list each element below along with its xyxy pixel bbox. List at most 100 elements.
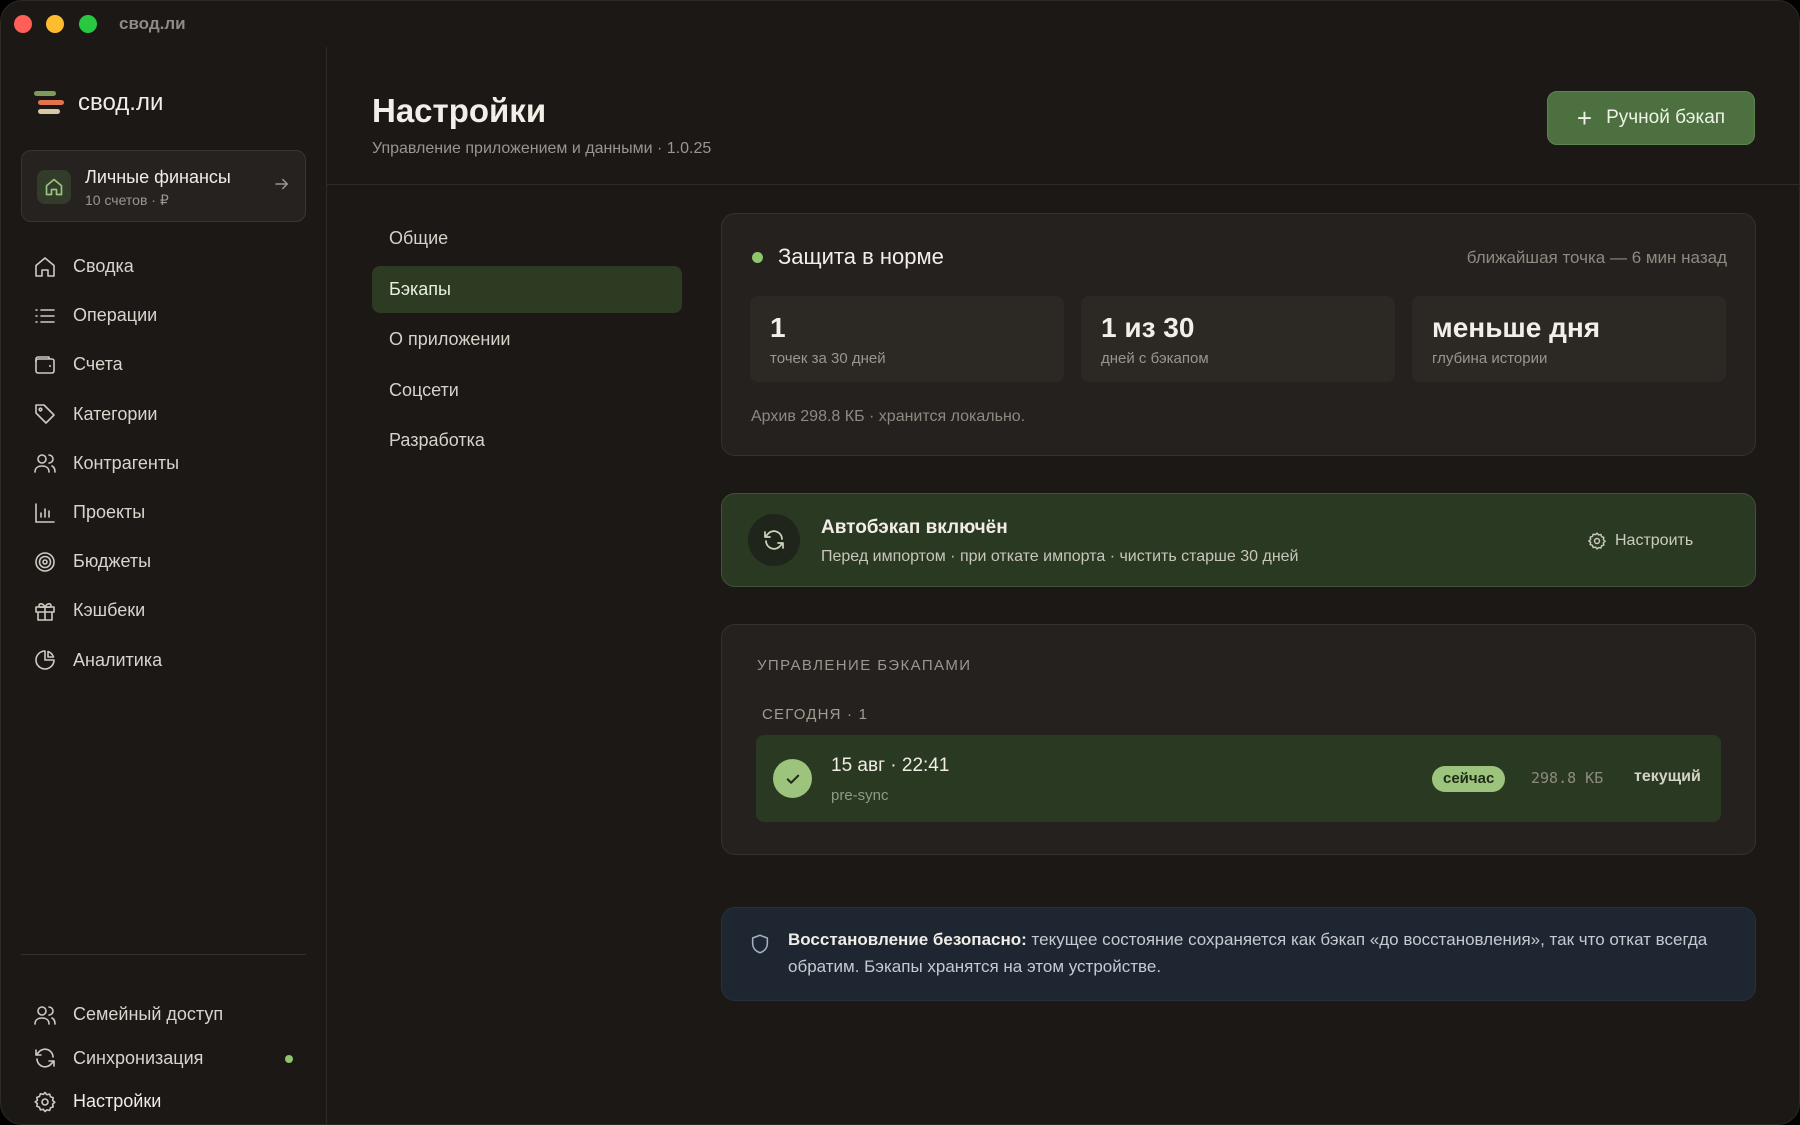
backup-row[interactable]: 15 авг · 22:41 pre-sync сейчас 298.8 КБ …: [756, 735, 1721, 822]
page-header: Настройки Управление приложением и данны…: [327, 47, 1799, 185]
users-icon: [34, 1005, 56, 1025]
manual-backup-button[interactable]: + Ручной бэкап: [1547, 91, 1755, 145]
info-lead: Восстановление безопасно:: [788, 930, 1027, 949]
nav-item-summary[interactable]: Сводка: [33, 242, 179, 291]
status-meta: ближайшая точка — 6 мин назад: [1466, 248, 1727, 267]
restore-info-card: Восстановление безопасно: текущее состоя…: [721, 907, 1756, 1001]
nav-item-accounts[interactable]: Счета: [33, 340, 179, 389]
pie-chart-icon: [35, 650, 55, 670]
nav-item-budgets[interactable]: Бюджеты: [33, 537, 179, 586]
window-title: свод.ли: [119, 14, 186, 33]
sync-status-dot: [285, 1054, 293, 1063]
backup-state: текущий: [1634, 768, 1701, 785]
nav-item-operations[interactable]: Операции: [33, 291, 179, 340]
settings-tab-backups[interactable]: Бэкапы: [372, 265, 682, 313]
autobackup-card: Автобэкап включён Перед импортом · при о…: [721, 493, 1756, 587]
nav-label: Контрагенты: [73, 452, 180, 473]
gear-icon: [34, 1091, 56, 1113]
nav-label: Операции: [73, 305, 158, 326]
wallet-icon: [35, 356, 55, 374]
status-title: Защита в норме: [778, 244, 944, 269]
nav-label: Счета: [73, 354, 123, 375]
workspace-switcher[interactable]: Личные финансы 10 счетов · ₽: [21, 150, 306, 222]
backup-management-card: УПРАВЛЕНИЕ БЭКАПАМИ СЕГОДНЯ · 1 15 авг ·…: [721, 624, 1756, 855]
nav-label: Семейный доступ: [73, 1004, 224, 1025]
stat-points: 1 точек за 30 дней: [750, 296, 1064, 382]
settings-tab-about[interactable]: О приложении: [372, 316, 682, 363]
check-icon: [773, 759, 812, 798]
backup-date: 15 авг · 22:41: [831, 755, 950, 776]
nav-label: Аналитика: [73, 649, 163, 670]
minimize-window-button[interactable]: [46, 15, 64, 33]
nav-label: Синхронизация: [73, 1047, 204, 1068]
sidebar-divider: [21, 954, 306, 955]
nav-item-analytics[interactable]: Аналитика: [33, 636, 179, 685]
backup-group-heading: СЕГОДНЯ · 1: [762, 706, 869, 723]
close-window-button[interactable]: [14, 15, 32, 33]
archive-info: Архив 298.8 КБ · хранится локально.: [751, 408, 1026, 425]
nav-label: Проекты: [73, 502, 146, 523]
list-icon: [35, 308, 55, 323]
nav-item-cashback[interactable]: Кэшбеки: [33, 586, 179, 635]
stat-value: 1 из 30: [1101, 312, 1195, 343]
workspace-title: Личные финансы: [85, 167, 231, 187]
status-badge: сейчас: [1432, 766, 1506, 792]
manual-backup-label: Ручной бэкап: [1606, 107, 1726, 128]
tag-icon: [35, 404, 55, 424]
settings-nav: Общие Бэкапы О приложении Соцсети Разраб…: [372, 215, 682, 468]
home-icon: [35, 256, 55, 277]
stat-depth: меньше дня глубина истории: [1412, 296, 1726, 382]
page-subtitle: Управление приложением и данными · 1.0.2…: [372, 140, 712, 157]
workspace-subtitle: 10 счетов · ₽: [85, 192, 169, 208]
users-icon: [34, 454, 56, 474]
stat-value: меньше дня: [1432, 312, 1601, 343]
configure-label: Настроить: [1615, 532, 1694, 549]
settings-tab-general[interactable]: Общие: [372, 215, 682, 262]
brand-name: свод.ли: [78, 89, 164, 116]
nav-item-categories[interactable]: Категории: [33, 390, 179, 439]
nav-label: Бюджеты: [73, 551, 152, 572]
shield-icon: [749, 932, 771, 961]
refresh-icon: [35, 1048, 55, 1068]
protection-status-card: Защита в норме ближайшая точка — 6 мин н…: [721, 213, 1756, 456]
backup-tag: pre-sync: [831, 787, 889, 804]
bottom-nav: Семейный доступ Синхронизация Настройки: [33, 993, 303, 1124]
configure-autobackup-button[interactable]: Настроить: [1587, 531, 1693, 551]
chart-bar-icon: [35, 502, 55, 523]
restore-info-text: Восстановление безопасно: текущее состоя…: [788, 926, 1708, 980]
nav-label: Кэшбеки: [73, 600, 146, 621]
refresh-icon: [748, 514, 800, 566]
stat-label: точек за 30 дней: [770, 350, 886, 367]
zoom-window-button[interactable]: [79, 15, 97, 33]
nav-item-counterparties[interactable]: Контрагенты: [33, 439, 179, 488]
nav-item-settings[interactable]: Настройки: [33, 1080, 303, 1124]
sidebar: свод.ли Личные финансы 10 счетов · ₽ Сво…: [1, 47, 327, 1124]
main-nav: Сводка Операции Счета Категории Контраге…: [33, 242, 179, 685]
target-icon: [35, 551, 55, 572]
status-ok-dot: [752, 252, 763, 263]
backup-size: 298.8 КБ: [1531, 769, 1604, 787]
home-icon: [37, 170, 71, 204]
nav-item-family-access[interactable]: Семейный доступ: [33, 993, 303, 1037]
nav-label: Настройки: [73, 1091, 162, 1112]
page-title: Настройки: [372, 92, 547, 129]
gear-icon: [1588, 532, 1606, 550]
nav-label: Категории: [73, 403, 158, 424]
plus-icon: +: [1576, 103, 1593, 133]
section-heading: УПРАВЛЕНИЕ БЭКАПАМИ: [757, 657, 972, 674]
nav-item-sync[interactable]: Синхронизация: [33, 1037, 303, 1081]
stat-label: дней с бэкапом: [1101, 350, 1209, 367]
nav-item-projects[interactable]: Проекты: [33, 488, 179, 537]
nav-label: Сводка: [73, 256, 134, 277]
autobackup-subtitle: Перед импортом · при откате импорта · чи…: [821, 548, 1299, 565]
autobackup-title: Автобэкап включён: [821, 517, 1008, 538]
stat-label: глубина истории: [1432, 350, 1548, 367]
arrow-right-icon: [273, 175, 291, 198]
brand-logo: [34, 89, 64, 117]
stat-days: 1 из 30 дней с бэкапом: [1081, 296, 1395, 382]
settings-tab-development[interactable]: Разработка: [372, 417, 682, 464]
stat-value: 1: [770, 312, 786, 343]
brand: свод.ли: [34, 89, 163, 117]
app-window: свод.ли свод.ли Личные финансы 10 счетов…: [0, 0, 1800, 1125]
settings-tab-social[interactable]: Соцсети: [372, 367, 682, 414]
